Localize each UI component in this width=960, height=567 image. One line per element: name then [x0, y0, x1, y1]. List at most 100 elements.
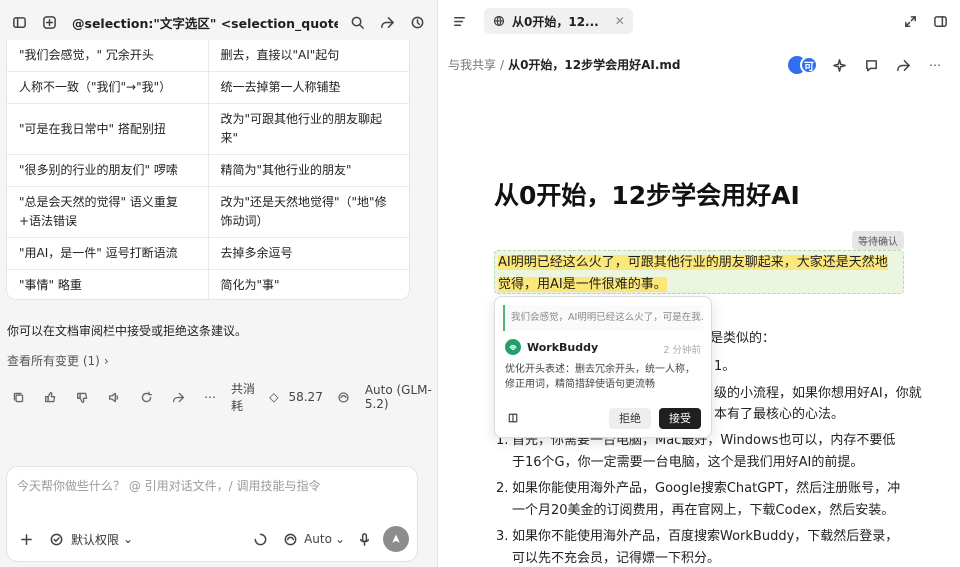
- search-icon[interactable]: [346, 11, 368, 33]
- doc-text-fragment: 1。: [714, 359, 736, 374]
- fix-cell: 删去，直接以"AI"起句: [208, 40, 409, 72]
- chevron-right-icon: ›: [103, 353, 109, 368]
- permission-selector[interactable]: 默认权限 ⌄: [45, 528, 133, 550]
- model-icon: [333, 386, 355, 408]
- assistant-note: 你可以在文档审阅栏中接受或拒绝这条建议。: [7, 324, 248, 338]
- message-input[interactable]: [17, 477, 407, 503]
- consumption-label: 共消耗: [231, 382, 256, 413]
- model-info: Auto (GLM-5.2): [364, 383, 432, 411]
- suggestion-table: "我们会感觉，" 冗余开头 删去，直接以"AI"起句 人称不一致（"我们"→"我…: [7, 40, 409, 299]
- issue-cell: "总是会天然的觉得" 语义重复+语法错误: [7, 186, 209, 238]
- popup-body: 优化开头表述：删去冗余开头，统一人称，修正用词，精简措辞使语句更流畅: [505, 364, 695, 390]
- globe-icon: [492, 14, 506, 28]
- avatar: 可: [800, 56, 818, 74]
- copy-icon[interactable]: [7, 386, 29, 408]
- message-actions: ⋯ 共消耗 ◇ 58.27 Auto (GLM-5.2): [7, 380, 436, 414]
- issue-cell: "很多别的行业的朋友们" 啰嗦: [7, 154, 209, 187]
- auto-model-icon: [279, 528, 301, 550]
- breadcrumb: 与我共享 / 从0开始，12步学会用好AI.md: [448, 56, 681, 73]
- list-item: 3. 如果你不能使用海外产品，百度搜索WorkBuddy，下载然后登录，可以先不充…: [496, 526, 906, 567]
- highlighted-text: AI明明已经这么火了，可跟其他行业的朋友聊起来，大家还是天然地觉得，用AI是一件…: [498, 255, 888, 292]
- share-icon[interactable]: [376, 11, 398, 33]
- fix-cell: 改为"还是天然地觉得"（"地"修饰动词）: [208, 186, 409, 238]
- table-row: 人称不一致（"我们"→"我"） 统一去掉第一人称铺垫: [7, 71, 409, 104]
- table-row: "可是在我日常中" 搭配别扭 改为"可跟其他行业的朋友聊起来": [7, 103, 409, 155]
- composer-toolbar: 默认权限 ⌄ Auto ⌄: [15, 525, 409, 553]
- table-row: "用AI，是一件" 逗号打断语流 去掉多余逗号: [7, 237, 409, 270]
- chevron-down-icon: ⌄: [334, 532, 345, 546]
- list-item: 2. 如果你能使用海外产品，Google搜索ChatGPT，然后注册账号，冲一个月…: [496, 478, 906, 522]
- breadcrumb-current: 从0开始，12步学会用好AI.md: [508, 58, 681, 72]
- table-row: "事情" 略重 简化为"事": [7, 269, 409, 299]
- thumbs-down-icon[interactable]: [71, 386, 93, 408]
- fix-cell: 统一去掉第一人称铺垫: [208, 71, 409, 104]
- doc-text-fragment: 级的小流程，如果你想用好AI，你就: [714, 386, 922, 401]
- outline-icon[interactable]: [448, 10, 470, 32]
- breadcrumb-parent[interactable]: 与我共享: [448, 56, 496, 73]
- history-icon[interactable]: [406, 11, 428, 33]
- fix-cell: 去掉多余逗号: [208, 237, 409, 270]
- list-number: 2.: [496, 481, 509, 496]
- list-number: 3.: [496, 529, 509, 544]
- popup-author: WorkBuddy: [505, 339, 598, 355]
- regenerate-icon[interactable]: [135, 386, 157, 408]
- shield-check-icon: [45, 528, 67, 550]
- document-toolbar: 可 ⋯: [788, 54, 946, 76]
- forward-icon[interactable]: [167, 386, 189, 408]
- issue-cell: "用AI，是一件" 逗号打断语流: [7, 237, 209, 270]
- send-button[interactable]: [383, 526, 409, 552]
- send-icon: [392, 534, 400, 543]
- reject-button[interactable]: 拒绝: [609, 407, 651, 429]
- issue-cell: "我们会感觉，" 冗余开头: [7, 40, 209, 72]
- close-icon[interactable]: ✕: [615, 14, 625, 28]
- list-text: 如果你能使用海外产品，Google搜索ChatGPT，然后注册账号，冲一个月20…: [512, 481, 901, 518]
- chat-title: @selection:"文字选区" <selection_quote sourc…: [72, 15, 338, 31]
- permission-label: 默认权限: [71, 532, 120, 547]
- locate-icon[interactable]: [505, 410, 521, 426]
- plus-icon[interactable]: [15, 528, 37, 550]
- view-changes-label: 查看所有变更 (1): [7, 354, 100, 368]
- microphone-icon[interactable]: [353, 528, 375, 550]
- speaker-icon[interactable]: [103, 386, 125, 408]
- fix-cell: 改为"可跟其他行业的朋友聊起来": [208, 103, 409, 155]
- model-select-label: Auto: [304, 532, 332, 546]
- panel-toggle-icon[interactable]: [929, 10, 951, 32]
- share-icon[interactable]: [892, 54, 914, 76]
- chat-panel: @selection:"文字选区" <selection_quote sourc…: [0, 0, 436, 567]
- consumption-value: 58.27: [288, 390, 323, 404]
- popup-timestamp: 2 分钟前: [663, 345, 701, 356]
- comment-icon[interactable]: [860, 54, 882, 76]
- collaborator-avatars[interactable]: 可: [788, 56, 818, 74]
- document-tabbar: 从0开始，12... ✕: [438, 0, 960, 42]
- thumbs-up-icon[interactable]: [39, 386, 61, 408]
- diamond-icon: ◇: [269, 390, 279, 404]
- list-text: 首先，你需要一台电脑，Mac最好，Windows也可以，内存不要低于16个G，你…: [512, 433, 896, 470]
- expand-icon[interactable]: [899, 10, 921, 32]
- accept-button[interactable]: 接受: [659, 407, 701, 429]
- issue-cell: 人称不一致（"我们"→"我"）: [7, 71, 209, 104]
- model-selector[interactable]: Auto ⌄: [279, 528, 345, 550]
- more-icon[interactable]: ⋯: [199, 386, 221, 408]
- breadcrumb-separator: /: [500, 57, 505, 72]
- message-composer: 默认权限 ⌄ Auto ⌄: [6, 466, 418, 562]
- tab-document[interactable]: 从0开始，12... ✕: [484, 8, 633, 34]
- list-text: 如果你不能使用海外产品，百度搜索WorkBuddy，下载然后登录，可以先不充会员…: [512, 529, 899, 566]
- more-icon[interactable]: ⋯: [924, 54, 946, 76]
- loading-spinner-icon: [249, 528, 271, 550]
- table-row: "总是会天然的觉得" 语义重复+语法错误 改为"还是天然地觉得"（"地"修饰动词…: [7, 186, 409, 238]
- chevron-down-icon: ⌄: [123, 532, 134, 546]
- popup-footer: 拒绝 接受: [505, 407, 701, 429]
- fix-cell: 简化为"事": [220, 278, 280, 292]
- sidebar-toggle-icon[interactable]: [8, 11, 30, 33]
- sparkle-icon[interactable]: [828, 54, 850, 76]
- highlighted-paragraph[interactable]: AI明明已经这么火了，可跟其他行业的朋友聊起来，大家还是天然地觉得，用AI是一件…: [498, 252, 898, 296]
- suggestion-popup: 我们会感觉，AI明明已经这么火了，可是在我... WorkBuddy 2 分钟前…: [494, 296, 712, 438]
- doc-text-fragment: 本有了最核心的心法。: [714, 407, 845, 422]
- new-chat-icon[interactable]: [38, 11, 60, 33]
- view-all-changes-link[interactable]: 查看所有变更 (1) ›: [7, 352, 109, 369]
- document-title: 从0开始，12步学会用好AI: [494, 181, 800, 210]
- doc-text-fragment: 是类似的：: [710, 331, 776, 346]
- steps-list: 1. 首先，你需要一台电脑，Mac最好，Windows也可以，内存不要低于16个G…: [496, 430, 906, 567]
- document-panel: 从0开始，12... ✕ 与我共享 / 从0开始，12步学会用好AI.md 可 …: [437, 0, 960, 567]
- status-badge: 等待确认: [852, 231, 904, 250]
